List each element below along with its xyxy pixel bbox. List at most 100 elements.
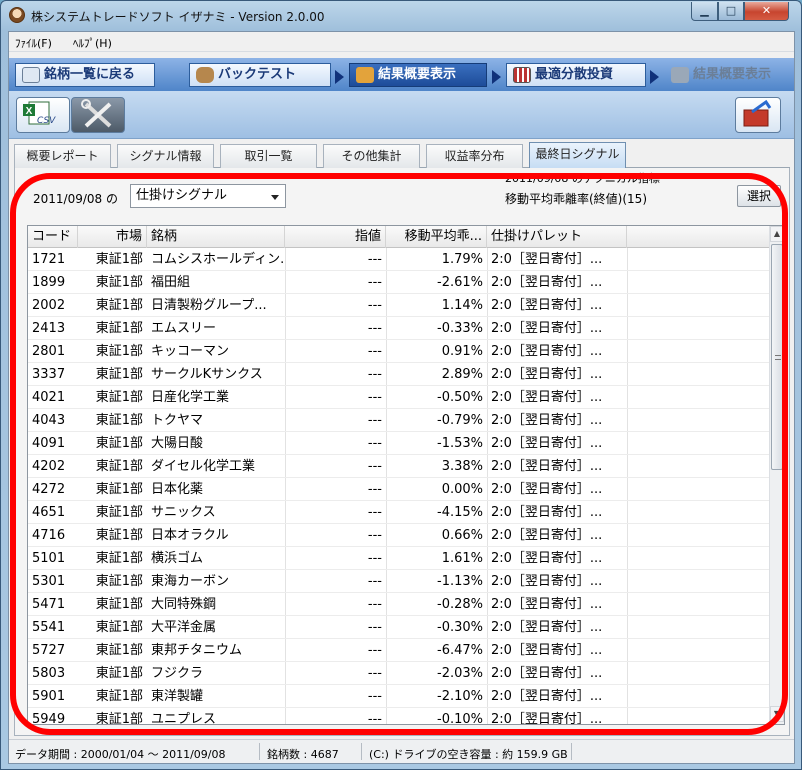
- table-row[interactable]: 5301 東証1部 東海カーボン --- -1.13% 2:0［翌日寄付］...: [28, 570, 773, 593]
- cell-limit-price: ---: [367, 689, 382, 704]
- cell-entry-pallet: 2:0［翌日寄付］...: [491, 390, 603, 405]
- cell-entry-pallet: 2:0［翌日寄付］...: [491, 551, 603, 566]
- scroll-thumb[interactable]: [771, 244, 783, 470]
- table-row[interactable]: 5101 東証1部 横浜ゴム --- 1.61% 2:0［翌日寄付］...: [28, 547, 773, 570]
- tab-trade-list[interactable]: 取引一覧: [220, 144, 317, 168]
- menu-bar: ﾌｧｲﾙ(F) ﾍﾙﾌﾟ(H): [9, 32, 794, 52]
- cell-limit-price: ---: [367, 459, 382, 474]
- table-row[interactable]: 4716 東証1部 日本オラクル --- 0.66% 2:0［翌日寄付］...: [28, 524, 773, 547]
- table-row[interactable]: 4091 東証1部 大陽日酸 --- -1.53% 2:0［翌日寄付］...: [28, 432, 773, 455]
- header-market[interactable]: 市場: [78, 226, 147, 248]
- table-row[interactable]: 5727 東証1部 東邦チタニウム --- -6.47% 2:0［翌日寄付］...: [28, 639, 773, 662]
- menu-help[interactable]: ﾍﾙﾌﾟ(H): [73, 35, 112, 51]
- cell-limit-price: ---: [367, 413, 382, 428]
- tab-other-stats[interactable]: その他集計: [323, 144, 420, 168]
- cell-market: 東証1部: [95, 551, 143, 566]
- table-row[interactable]: 3337 東証1部 サークルKサンクス --- 2.89% 2:0［翌日寄付］...: [28, 363, 773, 386]
- scroll-down-button[interactable]: ▼: [770, 706, 784, 722]
- cell-limit-price: ---: [367, 666, 382, 681]
- tab-last-day-signal[interactable]: 最終日シグナル: [529, 142, 626, 169]
- header-entry-pallet[interactable]: 仕掛けパレット: [487, 226, 627, 248]
- cell-code: 5803: [32, 666, 66, 681]
- cell-code: 4272: [32, 482, 66, 497]
- table-row[interactable]: 5949 東証1部 ユニプレス --- -0.10% 2:0［翌日寄付］...: [28, 708, 773, 725]
- nav-summary-disabled: 結果概要表示: [664, 63, 794, 87]
- close-button[interactable]: ✕: [744, 2, 789, 21]
- cell-limit-price: ---: [367, 505, 382, 520]
- title-bar[interactable]: 株システムトレードソフト イザナミ - Version 2.0.00 ▁ □ ✕: [1, 1, 801, 31]
- exit-box-icon: [743, 99, 772, 127]
- table-row[interactable]: 2801 東証1部 キッコーマン --- 0.91% 2:0［翌日寄付］...: [28, 340, 773, 363]
- cell-market: 東証1部: [95, 597, 143, 612]
- cell-code: 4202: [32, 459, 66, 474]
- cell-code: 2801: [32, 344, 66, 359]
- money-bag-icon: [196, 67, 214, 83]
- cell-entry-pallet: 2:0［翌日寄付］...: [491, 620, 603, 635]
- cell-entry-pallet: 2:0［翌日寄付］...: [491, 344, 603, 359]
- signal-type-value: 仕掛けシグナル: [136, 188, 228, 203]
- maximize-button[interactable]: □: [718, 2, 744, 21]
- cell-name: 東海カーボン: [151, 574, 230, 589]
- cell-entry-pallet: 2:0［翌日寄付］...: [491, 321, 603, 336]
- scroll-up-button[interactable]: ▲: [770, 226, 784, 242]
- nav-optimize[interactable]: 最適分散投資: [506, 63, 646, 87]
- header-limit-price[interactable]: 指値: [285, 226, 386, 248]
- nav-backtest[interactable]: バックテスト: [189, 63, 331, 87]
- signal-date: 2011/09/08 の: [33, 192, 118, 206]
- cell-code: 2002: [32, 298, 66, 313]
- table-row[interactable]: 1721 東証1部 コムシスホールディン... --- 1.79% 2:0［翌日寄付］..…: [28, 248, 773, 271]
- vertical-scrollbar[interactable]: ▲ ▼: [769, 226, 784, 724]
- table-row[interactable]: 2413 東証1部 エムスリー --- -0.33% 2:0［翌日寄付］...: [28, 317, 773, 340]
- table-row[interactable]: 5803 東証1部 フジクラ --- -2.03% 2:0［翌日寄付］...: [28, 662, 773, 685]
- tab-signal-info[interactable]: シグナル情報: [117, 144, 214, 168]
- chevron-down-icon: [271, 195, 279, 200]
- chart-icon: [671, 67, 689, 83]
- status-bar: データ期間 : 2000/01/04 ～ 2011/09/08 銘柄数 : 46…: [9, 739, 794, 763]
- arrow-right-icon: [650, 70, 659, 84]
- select-indicator-button[interactable]: 選択: [737, 185, 781, 207]
- nav-summary2-label: 結果概要表示: [693, 67, 772, 82]
- table-row[interactable]: 4021 東証1部 日産化学工業 --- -0.50% 2:0［翌日寄付］...: [28, 386, 773, 409]
- exit-button[interactable]: [735, 97, 781, 133]
- menu-file[interactable]: ﾌｧｲﾙ(F): [15, 35, 52, 51]
- technical-indicator: 移動平均乖離率(終値)(15): [505, 192, 647, 206]
- nav-summary[interactable]: 結果概要表示: [349, 63, 487, 87]
- tab-return-distribution[interactable]: 収益率分布: [426, 144, 523, 168]
- cell-limit-price: ---: [367, 597, 382, 612]
- cell-code: 4651: [32, 505, 66, 520]
- signal-panel: 2011/09/08 の 仕掛けシグナル 2011/09/08 のテクニカル指標…: [14, 168, 790, 736]
- header-code[interactable]: コード: [28, 226, 78, 248]
- cell-limit-price: ---: [367, 643, 382, 658]
- cell-ma-deviation: 0.66%: [441, 528, 483, 543]
- header-name[interactable]: 銘柄: [147, 226, 285, 248]
- cell-market: 東証1部: [95, 321, 143, 336]
- cell-code: 5949: [32, 712, 66, 725]
- table-row[interactable]: 4272 東証1部 日本化薬 --- 0.00% 2:0［翌日寄付］...: [28, 478, 773, 501]
- header-ma-deviation[interactable]: 移動平均乖...: [386, 226, 487, 248]
- cell-entry-pallet: 2:0［翌日寄付］...: [491, 298, 603, 313]
- table-row[interactable]: 5541 東証1部 大平洋金属 --- -0.30% 2:0［翌日寄付］...: [28, 616, 773, 639]
- cell-ma-deviation: 3.38%: [441, 459, 483, 474]
- cell-ma-deviation: 0.91%: [441, 344, 483, 359]
- minimize-button[interactable]: ▁: [691, 2, 718, 21]
- cell-code: 5101: [32, 551, 66, 566]
- table-row[interactable]: 4651 東証1部 サニックス --- -4.15% 2:0［翌日寄付］...: [28, 501, 773, 524]
- tab-overview-report[interactable]: 概要レポート: [14, 144, 111, 168]
- settings-button[interactable]: [71, 97, 125, 133]
- cell-limit-price: ---: [367, 298, 382, 313]
- cell-ma-deviation: -2.61%: [437, 275, 483, 290]
- cell-name: 日本オラクル: [151, 528, 229, 543]
- signal-type-select[interactable]: 仕掛けシグナル: [130, 184, 286, 208]
- status-disk-space: (C:) ドライブの空き容量 : 約 159.9 GB: [369, 748, 568, 761]
- export-csv-button[interactable]: X CSV: [16, 97, 70, 133]
- table-row[interactable]: 4202 東証1部 ダイセル化学工業 --- 3.38% 2:0［翌日寄付］...: [28, 455, 773, 478]
- cell-ma-deviation: 2.89%: [441, 367, 483, 382]
- cell-code: 5541: [32, 620, 66, 635]
- table-row[interactable]: 5471 東証1部 大同特殊鋼 --- -0.28% 2:0［翌日寄付］...: [28, 593, 773, 616]
- table-row[interactable]: 2002 東証1部 日清製粉グループ... --- 1.14% 2:0［翌日寄付］...: [28, 294, 773, 317]
- table-row[interactable]: 1899 東証1部 福田組 --- -2.61% 2:0［翌日寄付］...: [28, 271, 773, 294]
- cell-market: 東証1部: [95, 643, 143, 658]
- table-row[interactable]: 5901 東証1部 東洋製罐 --- -2.10% 2:0［翌日寄付］...: [28, 685, 773, 708]
- table-row[interactable]: 4043 東証1部 トクヤマ --- -0.79% 2:0［翌日寄付］...: [28, 409, 773, 432]
- nav-back-to-list[interactable]: 銘柄一覧に戻る: [15, 63, 155, 87]
